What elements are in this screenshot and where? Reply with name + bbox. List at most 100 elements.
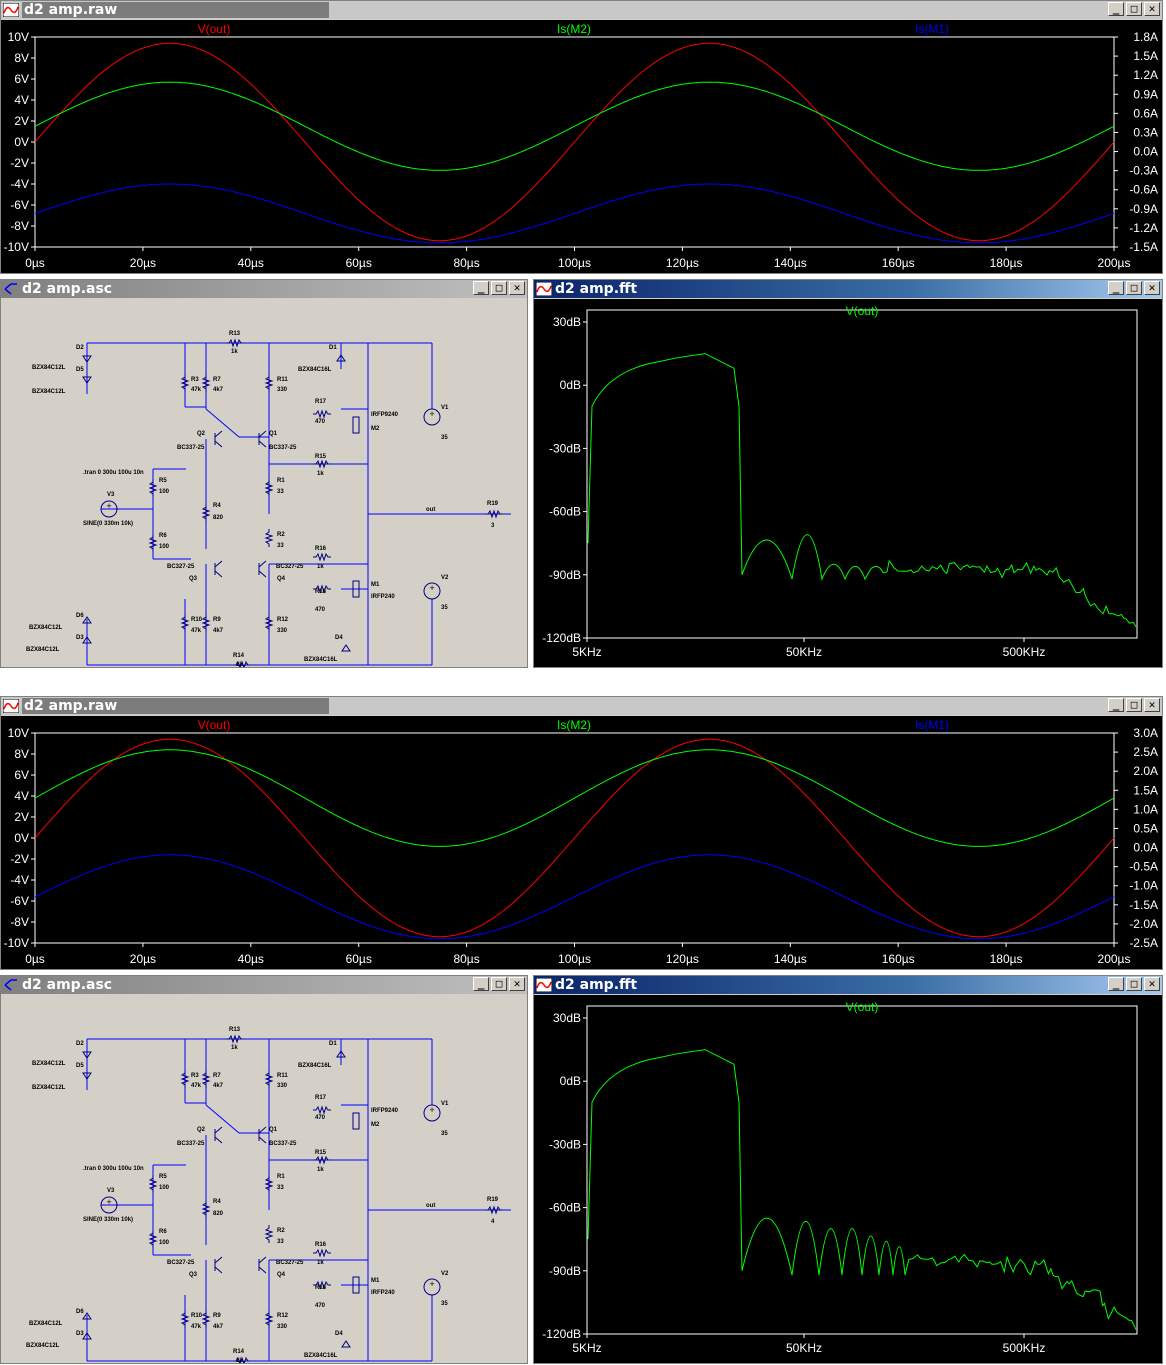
component-label: BZX84C12L (32, 389, 66, 395)
maximize-button[interactable]: □ (1126, 281, 1142, 295)
raw-plot-area[interactable]: V(out) Is(M2) Is(M1) 10V 8V 6V 4V 2V 0V -2V -4V -6V… (1, 716, 1162, 969)
x-tick-label: 50KHz (786, 1341, 822, 1355)
maximize-button[interactable]: □ (1126, 698, 1142, 712)
raw-titlebar[interactable]: d2 amp.raw _ □ ✕ (1, 697, 1162, 715)
minimize-button[interactable]: _ (1108, 698, 1124, 712)
legend-vout: V(out) (198, 22, 231, 36)
y-tick-label: 6V (14, 72, 29, 86)
component-label: R16 (315, 1242, 327, 1248)
fft-titlebar[interactable]: d2 amp.fft _ □ ✕ (534, 280, 1162, 298)
y2-tick-label: 2.0A (1133, 764, 1158, 778)
component-label: R18 (315, 1285, 327, 1291)
fft-window[interactable]: d2 amp.fft _ □ ✕ V(out) 30dB 0dB -30dB -60dB… (533, 279, 1163, 668)
schematic-canvas[interactable]: + + + R13 1k D2 D5 BZX84C12L BZX84C12L R3 47k R7 4k7… (1, 299, 527, 667)
schematic-titlebar[interactable]: d2 amp.asc _ □ ✕ (1, 280, 527, 298)
transient-plot[interactable]: V(out) Is(M2) Is(M1) 10V 8V 6V 4V 2V 0V -2V -4V -6V… (1, 716, 1162, 969)
raw-titlebar[interactable]: d2 amp.raw _ □ ✕ (1, 1, 1162, 19)
component-label: IRFP240 (371, 594, 395, 600)
close-button[interactable]: ✕ (1144, 2, 1160, 16)
maximize-button[interactable]: □ (1126, 977, 1142, 991)
raw-window[interactable]: d2 amp.raw _ □ ✕ V(out) Is(M2) Is(M1) 10V 8V… (0, 0, 1163, 274)
y2-tick-label: 1.0A (1133, 802, 1158, 816)
component-label: 100 (159, 544, 170, 550)
schematic-canvas[interactable]: + + + R13 1k D2 D5 BZX84C12L BZX84C12L R3 47k R7 4k7… (1, 995, 527, 1363)
transient-plot[interactable]: V(out) Is(M2) Is(M1) 10V 8V 6V 4V 2V 0V -2V -4V -6V… (1, 20, 1162, 273)
x-tick-label: 5KHz (572, 645, 601, 659)
component-label: .tran 0 300u 100u 10n (83, 470, 144, 476)
fft-title: d2 amp.fft (555, 281, 638, 297)
y-tick-label: 6V (14, 768, 29, 782)
minimize-button[interactable]: _ (473, 977, 489, 991)
component-label: D5 (76, 1063, 84, 1069)
trace-vout (34, 42, 1115, 242)
component-label: D4 (335, 1331, 343, 1337)
close-button[interactable]: ✕ (509, 281, 525, 295)
x-tick-label: 180µs (990, 256, 1023, 270)
schematic-icon (4, 979, 17, 991)
component-label: 1k (317, 564, 324, 570)
minimize-button[interactable]: _ (1108, 281, 1124, 295)
maximize-button[interactable]: □ (491, 977, 507, 991)
fft-window[interactable]: d2 amp.fft _ □ ✕ V(out) 30dB 0dB -30dB -60dB… (533, 975, 1163, 1364)
legend-ism1: Is(M1) (915, 718, 949, 732)
schematic-drawing[interactable]: +++R131kD2D5BZX84C12LBZX84C12LR347kR74k7… (1, 299, 527, 667)
fft-trace (587, 353, 1137, 627)
schematic-window[interactable]: d2 amp.asc _ □ ✕ + + + R13 1k D2 D5 BZX84C12L BZ… (0, 975, 528, 1364)
component-label: IRFP9240 (371, 1108, 399, 1114)
y-tick-label: 4V (14, 789, 29, 803)
x-tick-label: 5KHz (572, 1341, 601, 1355)
component-label: V1 (441, 1101, 449, 1107)
fft-plot-area[interactable]: V(out) 30dB 0dB -30dB -60dB -90dB -120dB 5KHz 50… (534, 299, 1162, 667)
component-label: Q2 (197, 1127, 206, 1133)
transistor-q4 (258, 560, 267, 578)
maximize-button[interactable]: □ (1126, 2, 1142, 16)
component-label: R3 (191, 1073, 199, 1079)
component-label: 1k (236, 1358, 243, 1363)
component-label: 4k7 (213, 1083, 224, 1089)
maximize-button[interactable]: □ (491, 281, 507, 295)
raw-window[interactable]: d2 amp.raw _ □ ✕ V(out) Is(M2) Is(M1) 10V 8V… (0, 696, 1163, 970)
wire (205, 1104, 240, 1134)
component-label: BZX84C12L (32, 1061, 66, 1067)
minimize-button[interactable]: _ (1108, 2, 1124, 16)
close-button[interactable]: ✕ (1144, 977, 1160, 991)
schematic-titlebar[interactable]: d2 amp.asc _ □ ✕ (1, 976, 527, 994)
y-tick-label: 4V (14, 93, 29, 107)
y2-tick-label: 1.8A (1133, 30, 1158, 44)
fft-plot[interactable]: V(out) 30dB 0dB -30dB -60dB -90dB -120dB5KHz 50… (534, 995, 1162, 1363)
minimize-button[interactable]: _ (473, 281, 489, 295)
raw-plot-area[interactable]: V(out) Is(M2) Is(M1) 10V 8V 6V 4V 2V 0V -2V -4V -6V… (1, 20, 1162, 273)
minimize-button[interactable]: _ (1108, 977, 1124, 991)
component-label: SINE(0 330m 10k) (83, 521, 133, 527)
schematic-window[interactable]: d2 amp.asc _ □ ✕ + + + R13 1k D2 D5 BZX84C12L BZ… (0, 279, 528, 668)
component-label: 820 (213, 1211, 224, 1217)
schematic-title: d2 amp.asc (22, 977, 113, 993)
x-tick-label: 500KHz (1003, 1341, 1046, 1355)
x-tick-label: 60µs (346, 952, 372, 966)
component-label: D3 (76, 635, 84, 641)
fft-plot[interactable]: V(out) 30dB 0dB -30dB -60dB -90dB -120dB5KHz 50… (534, 299, 1162, 667)
schematic-drawing[interactable]: +++R131kD2D5BZX84C12LBZX84C12LR347kR74k7… (1, 995, 527, 1363)
component-label: V1 (441, 405, 449, 411)
x-tick-label: 20µs (130, 952, 156, 966)
fft-plot-area[interactable]: V(out) 30dB 0dB -30dB -60dB -90dB -120dB 5KHz 50… (534, 995, 1162, 1363)
component-label: R14 (233, 1349, 245, 1355)
close-button[interactable]: ✕ (509, 977, 525, 991)
close-button[interactable]: ✕ (1144, 281, 1160, 295)
resistor-r2 (264, 529, 274, 547)
source-plus-icon: + (106, 1198, 112, 1206)
component-label: BZX84C16L (298, 1063, 332, 1069)
component-label: R18 (315, 589, 327, 595)
component-label: 47k (191, 1324, 202, 1330)
fft-titlebar[interactable]: d2 amp.fft _ □ ✕ (534, 976, 1162, 994)
component-label: R14 (233, 653, 245, 659)
component-label: 330 (277, 387, 288, 393)
close-button[interactable]: ✕ (1144, 698, 1160, 712)
trace-is-m2 (34, 749, 1115, 847)
component-label: out (426, 1203, 435, 1209)
component-label: IRFP240 (371, 1290, 395, 1296)
component-label: R2 (277, 1228, 285, 1234)
y2-tick-label: -0.9A (1129, 202, 1158, 216)
component-label: D6 (76, 1309, 84, 1315)
component-label: 100 (159, 1185, 170, 1191)
